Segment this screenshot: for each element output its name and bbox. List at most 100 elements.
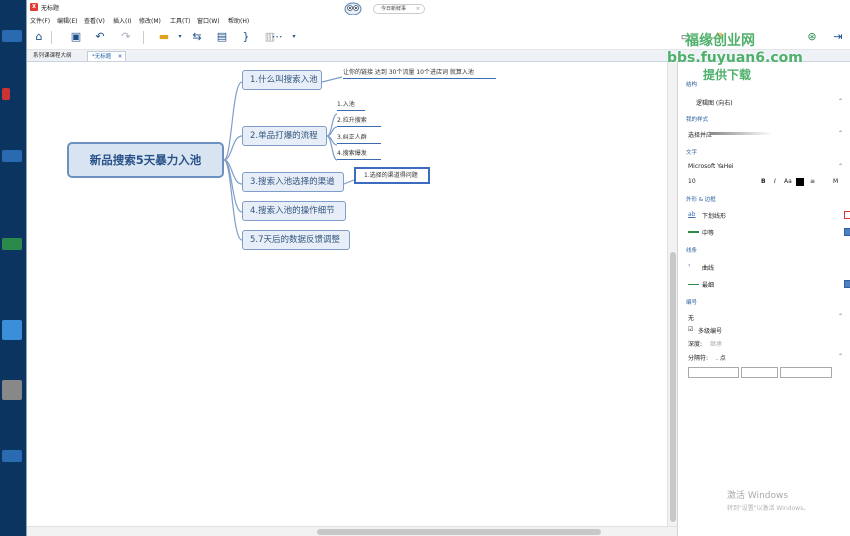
scroll-thumb[interactable] — [670, 252, 676, 522]
checkbox-icon[interactable]: ☑ — [688, 326, 693, 333]
align-icon[interactable]: ≡ — [810, 178, 815, 185]
today-news-pill[interactable]: 今日新鲜事 × — [373, 4, 425, 14]
desktop-icon[interactable] — [2, 88, 10, 100]
horizontal-scrollbar[interactable] — [27, 526, 677, 536]
border-color-swatch[interactable] — [844, 228, 850, 236]
watermark: 福缘创业网 bbs.fuyuan6.com 提供下载 — [667, 30, 803, 83]
menu-window[interactable]: 窗口(W) — [197, 16, 220, 25]
structure-select[interactable]: 逻辑图 (向右) — [696, 98, 733, 107]
topic-icon[interactable]: ▬ — [157, 30, 171, 44]
number-input[interactable] — [741, 367, 778, 378]
toolbar-divider — [51, 31, 52, 44]
close-icon[interactable]: × — [416, 5, 420, 13]
border-width-select[interactable]: 中等 — [702, 228, 714, 237]
subtopic[interactable]: 3.纠正人群 — [337, 133, 381, 144]
chevron-down-icon[interactable]: ▾ — [173, 30, 187, 44]
scroll-thumb[interactable] — [317, 529, 601, 535]
menu-file[interactable]: 文件(F) — [30, 16, 50, 25]
mindmap-canvas[interactable]: 新品搜索5天暴力入池 1.什么叫搜索入池 让你的链接 达到 30个流量 10个进… — [27, 62, 672, 526]
more-format-icon[interactable]: M — [833, 178, 838, 185]
menu-insert[interactable]: 插入(I) — [113, 16, 131, 25]
curve-icon: ‹ — [688, 262, 691, 269]
style-select[interactable]: 选择并应 — [688, 130, 712, 139]
depth-label: 深度: — [688, 341, 703, 348]
separator-select[interactable]: . 点 — [716, 353, 726, 362]
export-icon[interactable]: ⇥ — [831, 30, 845, 44]
desktop-icon[interactable] — [2, 320, 22, 340]
owl-mascot-icon[interactable] — [344, 1, 362, 15]
branch-topic-2[interactable]: 2.单品打爆的流程 — [242, 126, 327, 146]
branch-topic-3[interactable]: 3.搜索入池选择的渠道 — [242, 172, 344, 192]
desktop-icon[interactable] — [2, 450, 22, 462]
central-topic[interactable]: 新品搜索5天暴力入池 — [67, 142, 224, 178]
window-title: 无标题 — [41, 5, 60, 12]
menu-view[interactable]: 查看(V) — [84, 16, 105, 25]
home-icon[interactable]: ⌂ — [32, 30, 46, 44]
chevron-icon[interactable]: ⌃ — [838, 130, 843, 137]
desktop-icon[interactable] — [2, 380, 22, 400]
watermark-line: 提供下载 — [703, 68, 752, 82]
line-color-swatch[interactable] — [844, 280, 850, 288]
font-size-select[interactable]: 10 — [688, 178, 696, 185]
prefix-input[interactable] — [688, 367, 739, 378]
numbering-select[interactable]: 无 — [688, 313, 694, 322]
menu-bar: 文件(F) 编辑(E) 查看(V) 插入(I) 修改(M) 工具(T) 窗口(W… — [27, 14, 850, 26]
desktop-icon[interactable] — [2, 30, 22, 42]
menu-edit[interactable]: 编辑(E) — [57, 16, 77, 25]
xmind-window: X 无标题 今日新鲜事 × 文件(F) 编辑(E) 查看(V) 插入(I) 修改… — [26, 0, 850, 536]
subtopic-selected[interactable]: 1.选择的渠道得问题 — [354, 167, 430, 184]
branch-topic-5[interactable]: 5.7天后的数据反馈调整 — [242, 230, 350, 250]
connector-line — [326, 113, 338, 137]
chevron-icon[interactable]: ⌃ — [838, 313, 843, 320]
depth-select[interactable]: 继承 — [710, 339, 722, 348]
today-news-label: 今日新鲜事 — [381, 6, 407, 12]
suffix-input[interactable] — [780, 367, 832, 378]
tab-untitled[interactable]: *无标题 ✕ — [87, 51, 127, 62]
save-icon[interactable]: ▣ — [69, 30, 83, 44]
summary-icon[interactable]: } — [239, 30, 253, 44]
share-icon[interactable]: ⊛ — [805, 30, 819, 44]
branch-note-1[interactable]: 让你的链接 达到 30个流量 10个进店词 就算入池 — [343, 68, 496, 79]
chevron-down-icon[interactable]: ▾ — [287, 30, 301, 44]
redo-icon[interactable]: ↷ — [119, 30, 133, 44]
tab-outline[interactable]: 系列课课程大纲 — [29, 51, 76, 61]
shape-underline-icon[interactable]: ab — [688, 211, 696, 218]
menu-help[interactable]: 帮助(H) — [228, 16, 249, 25]
line-width-icon — [688, 284, 699, 285]
section-line: 线条 — [686, 248, 698, 254]
case-button[interactable]: Aa — [784, 178, 792, 185]
font-family-select[interactable]: Microsoft YaHei — [688, 163, 734, 170]
tab-label: *无标题 — [92, 54, 112, 60]
more-icon[interactable]: ⋯ — [270, 30, 284, 44]
branch-topic-1[interactable]: 1.什么叫搜索入池 — [242, 70, 322, 90]
toolbar-divider — [143, 31, 144, 44]
menu-modify[interactable]: 修改(M) — [139, 16, 161, 25]
subtopic[interactable]: 1.入池 — [337, 100, 365, 111]
shape-select[interactable]: 下划线形 — [702, 211, 726, 220]
relationship-icon[interactable]: ⇆ — [190, 30, 204, 44]
italic-button[interactable]: I — [774, 178, 776, 185]
undo-icon[interactable]: ↶ — [93, 30, 107, 44]
chevron-icon[interactable]: ⌃ — [838, 353, 843, 360]
close-icon[interactable]: ✕ — [118, 52, 123, 62]
text-color-swatch[interactable] — [796, 178, 804, 186]
subtopic[interactable]: 4.搜索爆发 — [337, 149, 381, 160]
title-bar: X 无标题 今日新鲜事 × — [27, 0, 850, 15]
connector-line — [343, 179, 355, 185]
fill-color-swatch[interactable] — [844, 211, 850, 219]
bold-button[interactable]: B — [761, 178, 766, 185]
subtopic[interactable]: 2.拉升搜索 — [337, 116, 381, 127]
desktop-icon[interactable] — [2, 238, 22, 250]
branch-topic-4[interactable]: 4.搜索入池的操作细节 — [242, 201, 346, 221]
line-shape-select[interactable]: 曲线 — [702, 263, 714, 272]
desktop-icon[interactable] — [2, 150, 22, 162]
menu-tools[interactable]: 工具(T) — [170, 16, 190, 25]
watermark-line: bbs.fuyuan6.com — [667, 50, 803, 66]
section-shape-border: 外形 & 边框 — [686, 197, 716, 203]
chevron-icon[interactable]: ⌃ — [838, 98, 843, 105]
line-width-select[interactable]: 最细 — [702, 280, 714, 289]
boundary-icon[interactable]: ▤ — [215, 30, 229, 44]
border-width-icon — [688, 231, 699, 233]
chevron-icon[interactable]: ⌃ — [838, 163, 843, 170]
vertical-scrollbar[interactable] — [667, 62, 677, 530]
